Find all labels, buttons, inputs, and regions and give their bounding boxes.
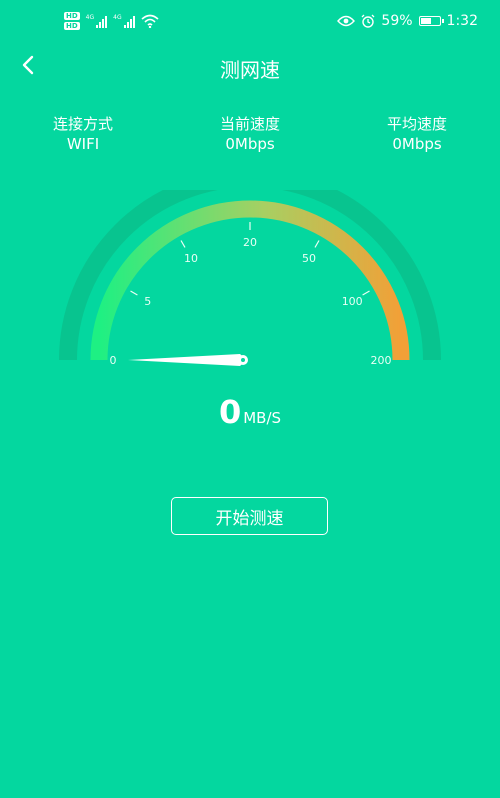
gauge-needle [128, 354, 248, 366]
gauge-scale-label: 10 [184, 252, 198, 265]
hd-badge: HD [64, 12, 80, 20]
status-bar: HD HD 4G 4G 59% 1:32 [0, 0, 500, 44]
stat-label: 连接方式 [52, 115, 113, 133]
gauge-tick [314, 240, 320, 248]
page-title: 测网速 [220, 58, 280, 82]
stat-label: 平均速度 [386, 115, 447, 133]
stat-current-speed: 当前速度 0Mbps [175, 114, 325, 154]
battery-icon [418, 16, 444, 26]
stat-value: 0Mbps [392, 135, 442, 153]
gauge-scale-label: 20 [243, 236, 257, 249]
stat-connection-type: 连接方式 WIFI [8, 114, 158, 154]
gauge-tick [180, 240, 186, 248]
speed-gauge: 0 5 10 20 50 100 200 [59, 190, 441, 367]
gauge-scale-label: 5 [144, 295, 151, 308]
speed-unit: MB/S [243, 409, 282, 427]
battery-level [420, 18, 431, 24]
wifi-icon [141, 14, 159, 28]
gauge-color-arc [90, 200, 410, 361]
app-header: 测网速 [0, 44, 500, 88]
stat-label: 当前速度 [219, 115, 280, 133]
status-right: 59% 1:32 [337, 13, 478, 29]
battery-percent: 59% [381, 13, 413, 29]
gauge-tick [362, 290, 370, 296]
gauge-tick [130, 290, 138, 296]
stat-value: WIFI [66, 135, 100, 153]
speed-value: 0 [218, 393, 242, 431]
signal-icon: 4G [86, 14, 108, 28]
speed-readout: 0 MB/S [0, 393, 500, 431]
stat-average-speed: 平均速度 0Mbps [342, 114, 492, 154]
gauge-scale-label: 50 [302, 252, 316, 265]
clock: 1:32 [446, 13, 478, 29]
gauge-scale-label: 200 [371, 354, 392, 367]
hd-badge: HD [64, 22, 80, 30]
signal-icon: 4G [113, 14, 135, 28]
gauge-scale-label: 0 [110, 354, 117, 367]
hd-badges: HD HD [64, 12, 80, 30]
alarm-icon [361, 14, 375, 28]
start-speed-test-button[interactable]: 开始测速 [171, 497, 328, 535]
gauge-scale-label: 100 [342, 295, 363, 308]
status-left: HD HD 4G 4G [64, 12, 159, 30]
eye-icon [337, 15, 356, 27]
stat-value: 0Mbps [225, 135, 275, 153]
